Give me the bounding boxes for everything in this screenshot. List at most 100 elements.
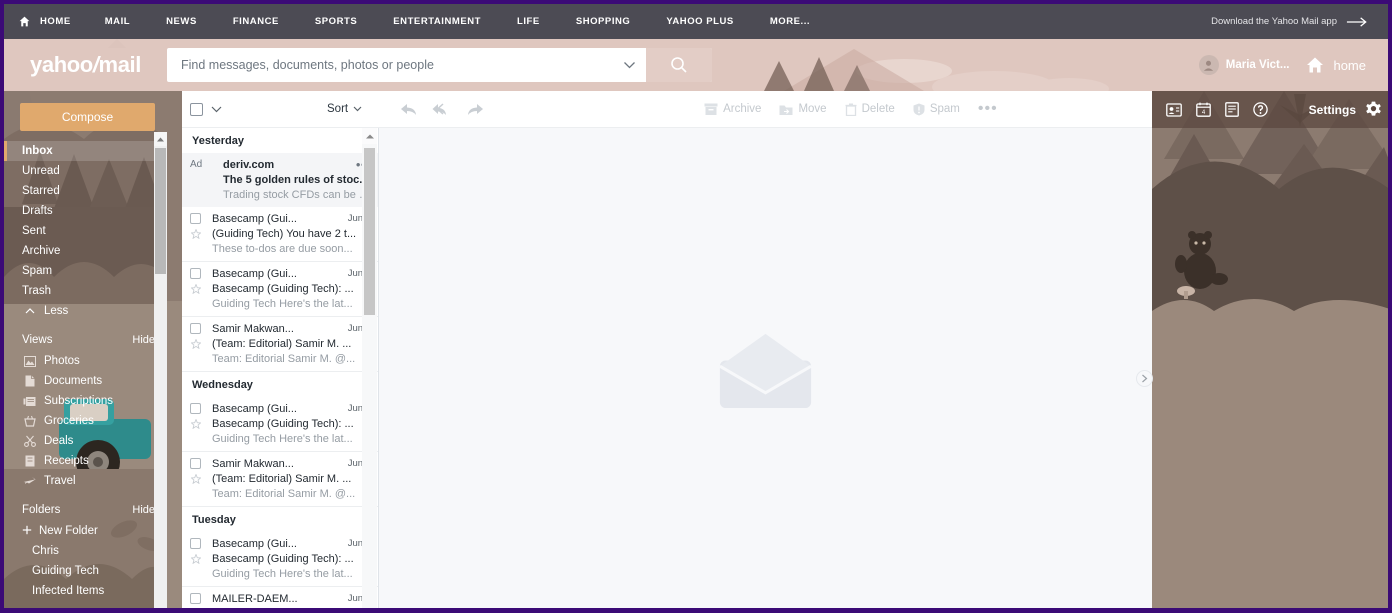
list-scroll-up-button[interactable] [362, 128, 377, 144]
star-icon[interactable] [190, 338, 201, 349]
message-subject: Basecamp (Guiding Tech): ... [212, 417, 354, 430]
sidebar-item-sent[interactable]: Sent [4, 221, 167, 241]
search-button[interactable] [646, 48, 712, 82]
search-dropdown-button[interactable] [612, 48, 646, 82]
list-item[interactable]: MAILER-DAEM... Jun 1 Failure Notice Sorr… [182, 587, 379, 613]
star-icon[interactable] [190, 609, 201, 613]
message-row-snippet: Team: Editorial Samir M. @... [190, 486, 371, 501]
compose-button[interactable]: Compose [20, 103, 155, 131]
list-item[interactable]: Basecamp (Gui... Jun 3 Basecamp (Guiding… [182, 262, 379, 317]
sidebar-item-unread[interactable]: Unread [4, 161, 167, 181]
download-app-link[interactable]: Download the Yahoo Mail app [1211, 16, 1337, 27]
nav-item-yahoo-plus[interactable]: YAHOO PLUS [648, 4, 751, 39]
move-icon [779, 105, 793, 115]
nav-item-news[interactable]: NEWS [148, 4, 215, 39]
list-item[interactable]: Samir Makwan... Jun 2 (Team: Editorial) … [182, 452, 379, 507]
sidebar-item-drafts[interactable]: Drafts [4, 201, 167, 221]
sidebar-item-archive[interactable]: Archive [4, 241, 167, 261]
message-row-subject: (Team: Editorial) Samir M. ... [190, 336, 371, 351]
star-icon[interactable] [190, 473, 201, 484]
move-button[interactable]: Move [779, 103, 827, 116]
sidebar-folder-chris[interactable]: Chris [4, 541, 167, 561]
views-hide-button[interactable]: Hide [132, 334, 155, 346]
message-list-scrollbar[interactable] [362, 128, 377, 608]
nav-item-finance[interactable]: FINANCE [215, 4, 297, 39]
spam-button[interactable]: Spam [913, 103, 960, 116]
notepad-icon[interactable] [1225, 102, 1239, 117]
nav-item-home[interactable]: HOME [18, 4, 87, 39]
account-menu[interactable]: Maria Vict... [1198, 55, 1289, 75]
list-item[interactable]: Basecamp (Gui... Jun 2 Basecamp (Guiding… [182, 397, 379, 452]
sidebar-scroll-up-button[interactable] [154, 132, 167, 146]
sidebar-item-inbox[interactable]: Inbox [4, 141, 167, 161]
select-all-checkbox[interactable] [190, 102, 203, 116]
sidebar-item-spam[interactable]: Spam [4, 261, 167, 281]
search-input[interactable] [167, 48, 612, 82]
star-icon[interactable] [190, 418, 201, 429]
help-icon[interactable] [1253, 102, 1268, 117]
sidebar-item-deals[interactable]: Deals [4, 431, 167, 451]
delete-button[interactable]: Delete [845, 103, 895, 116]
list-item[interactable]: Basecamp (Gui... Jun 3 (Guiding Tech) Yo… [182, 207, 379, 262]
more-actions-button[interactable]: ••• [978, 100, 998, 118]
settings-button[interactable]: Settings [1309, 101, 1382, 118]
nav-item-shopping[interactable]: SHOPPING [558, 4, 649, 39]
forward-icon[interactable] [466, 102, 484, 116]
calendar-icon[interactable]: 4 [1196, 102, 1211, 117]
message-list[interactable]: Yesterday Ad deriv.com ••• The 5 golden … [182, 128, 379, 613]
list-item[interactable]: Samir Makwan... Jun 3 (Team: Editorial) … [182, 317, 379, 372]
message-sender: Basecamp (Gui... [212, 267, 297, 280]
sidebar-item-starred[interactable]: Starred [4, 181, 167, 201]
message-checkbox[interactable] [190, 538, 201, 549]
message-checkbox[interactable] [190, 403, 201, 414]
sidebar-item-label: Deals [44, 435, 74, 447]
list-scroll-thumb[interactable] [364, 148, 375, 315]
sidebar-scroll-thumb[interactable] [155, 148, 166, 274]
message-checkbox[interactable] [190, 593, 201, 604]
sidebar-folder-infected-items[interactable]: Infected Items [4, 581, 167, 601]
caret-up-icon [365, 134, 374, 138]
sidebar-folder-guiding-tech[interactable]: Guiding Tech [4, 561, 167, 581]
sort-button[interactable]: Sort [327, 103, 362, 115]
sidebar-item-photos[interactable]: Photos [4, 351, 167, 371]
sidebar-less-label: Less [44, 305, 69, 317]
nav-item-more[interactable]: MORE... [752, 4, 828, 39]
move-label: Move [798, 103, 827, 115]
message-sender: Samir Makwan... [212, 322, 294, 335]
list-item[interactable]: Basecamp (Gui... Jun 1 Basecamp (Guiding… [182, 532, 379, 587]
nav-item-sports[interactable]: SPORTS [297, 4, 375, 39]
reply-all-icon[interactable] [432, 102, 452, 116]
new-folder-button[interactable]: New Folder [4, 521, 167, 541]
message-checkbox[interactable] [190, 323, 201, 334]
sidebar-item-groceries[interactable]: Groceries [4, 411, 167, 431]
star-icon[interactable] [190, 283, 201, 294]
nav-item-entertainment[interactable]: ENTERTAINMENT [375, 4, 499, 39]
sidebar-toggle-less[interactable]: Less [4, 301, 167, 321]
message-checkbox[interactable] [190, 213, 201, 224]
nav-item-more-label: MORE... [769, 16, 811, 27]
folders-hide-button[interactable]: Hide [132, 504, 155, 516]
home-shortcut[interactable]: home [1305, 55, 1366, 75]
star-icon[interactable] [190, 228, 201, 239]
message-checkbox[interactable] [190, 268, 201, 279]
sidebar-item-travel[interactable]: Travel [4, 471, 167, 491]
message-checkbox[interactable] [190, 458, 201, 469]
yahoo-mail-logo[interactable]: yahoo/mail [4, 39, 167, 91]
star-icon[interactable] [190, 553, 201, 564]
list-item[interactable]: Ad deriv.com ••• The 5 golden rules of s… [182, 153, 379, 207]
sidebar-item-subscriptions[interactable]: Subscriptions [4, 391, 167, 411]
sidebar-item-trash[interactable]: Trash [4, 281, 167, 301]
archive-button[interactable]: Archive [704, 103, 761, 116]
logo-text: yahoo/mail [30, 52, 141, 78]
arrow-right-icon[interactable] [1346, 16, 1368, 28]
sidebar-scrollbar[interactable] [154, 132, 167, 608]
collapse-pane-button[interactable] [1136, 370, 1153, 387]
nav-item-life[interactable]: LIFE [499, 4, 558, 39]
sidebar-item-documents[interactable]: Documents [4, 371, 167, 391]
reply-icon[interactable] [400, 102, 418, 116]
nav-item-sports-label: SPORTS [314, 16, 358, 27]
select-all-dropdown[interactable] [211, 106, 222, 113]
contacts-icon[interactable] [1166, 102, 1182, 117]
sidebar-item-receipts[interactable]: Receipts [4, 451, 167, 471]
nav-item-mail[interactable]: MAIL [87, 4, 148, 39]
